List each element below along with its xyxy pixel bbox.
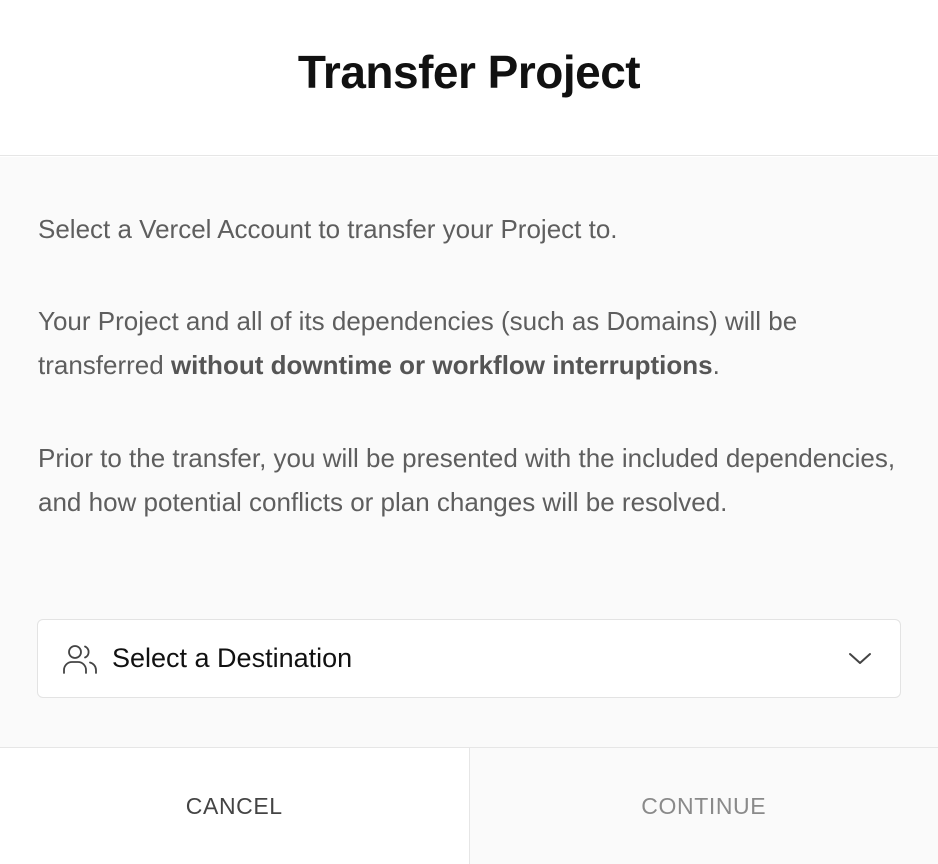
destination-select[interactable]: Select a Destination (37, 619, 901, 698)
continue-button[interactable]: CONTINUE (469, 748, 938, 864)
users-icon (63, 645, 97, 674)
transfer-description-suffix: . (712, 350, 720, 380)
dialog-footer: CANCEL CONTINUE (0, 747, 938, 864)
dependencies-notice: Prior to the transfer, you will be prese… (38, 443, 896, 517)
intro-text: Select a Vercel Account to transfer your… (38, 214, 618, 244)
chevron-down-icon (849, 653, 871, 664)
transfer-description: Your Project and all of its dependencies… (38, 299, 908, 387)
destination-select-label: Select a Destination (112, 643, 353, 673)
dialog-body: Select a Vercel Account to transfer your… (0, 157, 938, 747)
transfer-description-emphasis: without downtime or workflow interruptio… (170, 350, 713, 380)
dialog-title: Transfer Project (297, 45, 641, 98)
dialog-header: Transfer Project (0, 0, 938, 156)
transfer-project-dialog: Transfer Project Select a Vercel Account… (0, 0, 938, 864)
cancel-button[interactable]: CANCEL (0, 748, 470, 864)
